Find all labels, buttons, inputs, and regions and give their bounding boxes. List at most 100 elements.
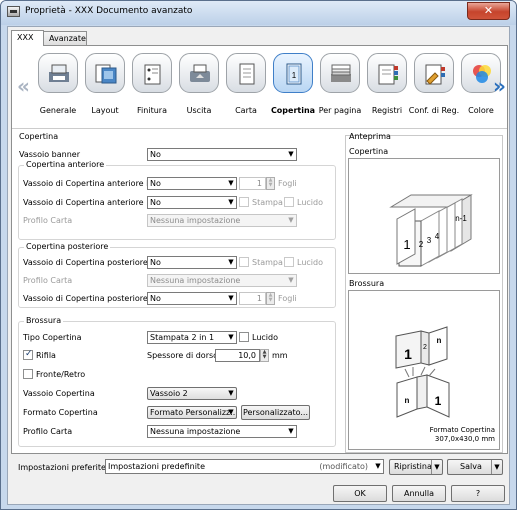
preview-title: Anteprima: [349, 132, 391, 141]
chevron-down-icon: ▼: [228, 389, 234, 397]
toolbar-label: Layout: [91, 106, 119, 115]
cover-type-value: Stampata 2 in 1: [150, 333, 215, 342]
finishing-icon: [132, 53, 172, 93]
chevron-down-icon: ▼: [228, 258, 234, 266]
back-sheets-unit: Fogli: [278, 294, 297, 303]
trim-checkbox[interactable]: [23, 349, 33, 360]
printer-app-icon: [7, 6, 20, 17]
general-icon: [38, 53, 78, 93]
restore-button[interactable]: Ripristina ▼: [389, 459, 443, 475]
spine-input[interactable]: 10,0: [215, 349, 260, 362]
front-tray-value: No: [150, 198, 161, 207]
back-print-checkbox[interactable]: [239, 257, 249, 267]
chevron-down-icon: ▼: [228, 408, 234, 416]
toolbar-item-copertina[interactable]: 1 Copertina: [270, 53, 316, 123]
front-gloss-checkbox[interactable]: [284, 197, 294, 207]
tab-panel: « Generale Layout Finitura Uscita Carta …: [11, 45, 508, 454]
front-sheets-input[interactable]: 1: [239, 177, 266, 190]
back-sheets-spinner[interactable]: ▲ ▼: [266, 292, 275, 305]
cover-preview: n-1 4 3 2 1: [348, 158, 500, 274]
chevron-down-icon: ▼: [228, 294, 234, 302]
back-profile-select[interactable]: Nessuna impostazione ▼: [147, 274, 297, 287]
save-label: Salva: [460, 462, 482, 471]
spine-spinner[interactable]: ▲ ▼: [260, 349, 269, 362]
toolbar-divider: [12, 128, 507, 129]
chevron-down-icon: ▼: [228, 179, 234, 187]
back-profile-value: Nessuna impostazione: [150, 276, 241, 285]
booklet-profile-value: Nessuna impostazione: [150, 427, 241, 436]
ok-button[interactable]: OK: [333, 485, 387, 502]
tabs-icon: [367, 53, 407, 93]
cover-stack-illustration: n-1 4 3 2 1: [389, 194, 473, 267]
banner-tray-select[interactable]: No ▼: [147, 148, 297, 161]
back-pi-value: No: [150, 294, 161, 303]
toolbar-item-carta[interactable]: Carta: [223, 53, 269, 123]
booklet-profile-select[interactable]: Nessuna impostazione ▼: [147, 425, 297, 438]
help-button[interactable]: ?: [451, 485, 505, 502]
back-sheets-input[interactable]: 1: [239, 292, 266, 305]
toolbar-item-conf-di-reg[interactable]: Conf. di Reg.: [409, 53, 459, 123]
cover-format-select[interactable]: Formato Personalizz... ▼: [147, 406, 237, 419]
page-mark-2: 2: [419, 240, 424, 249]
toolbar-item-generale[interactable]: Generale: [35, 53, 81, 123]
booklet-title: Brossura: [24, 316, 64, 325]
cover-type-select[interactable]: Stampata 2 in 1 ▼: [147, 331, 237, 344]
chevron-down-icon: ▼: [228, 333, 234, 341]
favorites-select[interactable]: Impostazioni predefinite (modificato) ▼: [105, 459, 384, 474]
toolbar-label: Carta: [235, 106, 257, 115]
booklet-gloss-label: Lucido: [252, 333, 278, 342]
banner-tray-value: No: [150, 150, 161, 159]
chevron-down-icon: ▼: [491, 460, 502, 474]
toolbar-label: Registri: [371, 106, 403, 115]
save-button[interactable]: Salva ▼: [447, 459, 503, 475]
toolbar-item-layout[interactable]: Layout: [82, 53, 128, 123]
back-pi-select[interactable]: No ▼: [147, 292, 237, 305]
back-tray-value: No: [150, 258, 161, 267]
open-booklet-back-mark: n: [405, 396, 410, 405]
scroll-right-icon[interactable]: »: [493, 76, 506, 96]
front-sheets-spinner[interactable]: ▲ ▼: [266, 177, 275, 190]
front-tray-select[interactable]: No ▼: [147, 196, 237, 209]
trim-label: Rifila: [36, 351, 56, 360]
cancel-button[interactable]: Annulla: [392, 485, 446, 502]
booklet-profile-label: Profilo Carta: [23, 427, 73, 436]
duplex-label: Fronte/Retro: [36, 370, 86, 379]
custom-format-button[interactable]: Personalizzato...: [241, 405, 310, 420]
toolbar-label: Uscita: [186, 106, 212, 115]
scroll-left-icon[interactable]: «: [17, 76, 30, 96]
window-title: Proprietà - XXX Documento avanzato: [25, 6, 193, 16]
booklet-tray-label: Vassoio Copertina: [23, 389, 95, 398]
front-print-label: Stampa: [252, 198, 283, 207]
toolbar-item-per-pagina[interactable]: Per pagina: [317, 53, 363, 123]
toolbar-item-uscita[interactable]: Uscita: [176, 53, 222, 123]
chevron-down-icon: ▼: [228, 198, 234, 206]
duplex-checkbox[interactable]: [23, 369, 33, 379]
format-caption: Formato Copertina: [429, 426, 495, 434]
spin-down-icon: ▼: [268, 297, 273, 303]
back-gloss-label: Lucido: [297, 258, 323, 267]
page-mark-4: 4: [435, 232, 440, 241]
toolbar-item-registri[interactable]: Registri: [364, 53, 410, 123]
properties-window: Proprietà - XXX Documento avanzato ✕ XXX…: [0, 0, 517, 510]
back-cover-title: Copertina posteriore: [24, 242, 111, 251]
front-print-checkbox[interactable]: [239, 197, 249, 207]
tab-avanzate[interactable]: Avanzate: [43, 31, 87, 46]
svg-text:1: 1: [292, 71, 297, 80]
spine-label: Spessore di dorso: [147, 351, 219, 360]
layout-icon: [85, 53, 125, 93]
title-bar[interactable]: Proprietà - XXX Documento avanzato ✕: [1, 1, 516, 25]
back-gloss-checkbox[interactable]: [284, 257, 294, 267]
close-button[interactable]: ✕: [467, 2, 510, 20]
chevron-down-icon: ▼: [288, 276, 294, 284]
format-size: 307,0x430,0 mm: [434, 435, 495, 443]
tab-xxx[interactable]: XXX: [11, 30, 44, 46]
front-profile-select[interactable]: Nessuna impostazione ▼: [147, 214, 297, 227]
toolbar-item-finitura[interactable]: Finitura: [129, 53, 175, 123]
booklet-tray-select[interactable]: Vassoio 2 ▼: [147, 387, 237, 400]
front-pi-select[interactable]: No ▼: [147, 177, 237, 190]
section-title-copertina: Copertina: [19, 132, 59, 141]
page-mark-3: 3: [427, 236, 432, 245]
booklet-gloss-checkbox[interactable]: [239, 332, 249, 342]
page-mark-1: 1: [403, 237, 410, 252]
back-tray-select[interactable]: No ▼: [147, 256, 237, 269]
